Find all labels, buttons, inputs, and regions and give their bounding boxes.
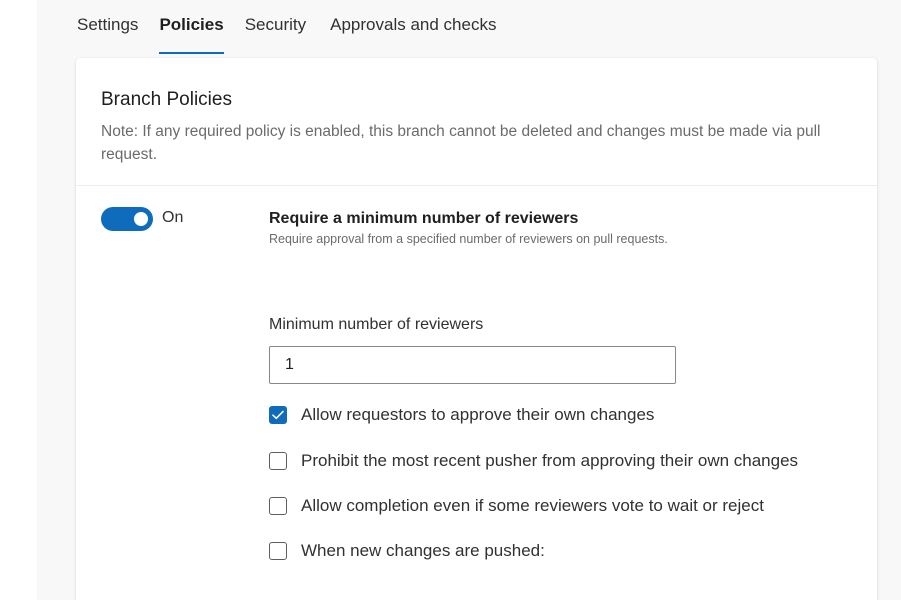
policy-toggle[interactable]: [101, 207, 153, 231]
tab-approvals-and-checks[interactable]: Approvals and checks: [330, 14, 496, 56]
option-allow-requestors-approve[interactable]: Allow requestors to approve their own ch…: [269, 405, 654, 425]
toggle-knob: [134, 212, 148, 226]
toggle-state-label: On: [162, 209, 184, 226]
tab-settings[interactable]: Settings: [77, 14, 138, 56]
tab-bar: Settings Policies Security Approvals and…: [77, 14, 518, 56]
card-header: Branch Policies Note: If any required po…: [76, 58, 877, 186]
section-note: Note: If any required policy is enabled,…: [101, 123, 821, 163]
checkbox-unchecked-icon[interactable]: [269, 497, 287, 515]
checkbox-unchecked-icon[interactable]: [269, 452, 287, 470]
min-reviewers-label: Minimum number of reviewers: [269, 316, 484, 333]
tab-security[interactable]: Security: [245, 14, 306, 56]
checkbox-unchecked-icon[interactable]: [269, 542, 287, 560]
section-title: Branch Policies: [101, 89, 232, 110]
option-allow-completion[interactable]: Allow completion even if some reviewers …: [269, 496, 764, 516]
checkbox-checked-icon[interactable]: [269, 406, 287, 424]
option-label: Allow requestors to approve their own ch…: [301, 405, 655, 424]
option-new-changes-pushed[interactable]: When new changes are pushed:: [269, 541, 545, 561]
policy-description: Require approval from a specified number…: [269, 232, 668, 246]
min-reviewers-input[interactable]: [269, 346, 676, 384]
option-label: Allow completion even if some reviewers …: [301, 496, 764, 515]
branch-policies-card: Branch Policies Note: If any required po…: [76, 58, 877, 600]
tab-policies[interactable]: Policies: [159, 14, 224, 56]
policy-title: Require a minimum number of reviewers: [269, 210, 579, 227]
option-label: When new changes are pushed:: [301, 541, 545, 560]
policy-content: Require a minimum number of reviewers Re…: [269, 209, 829, 249]
option-prohibit-recent-pusher[interactable]: Prohibit the most recent pusher from app…: [269, 451, 798, 471]
option-label: Prohibit the most recent pusher from app…: [301, 451, 799, 470]
